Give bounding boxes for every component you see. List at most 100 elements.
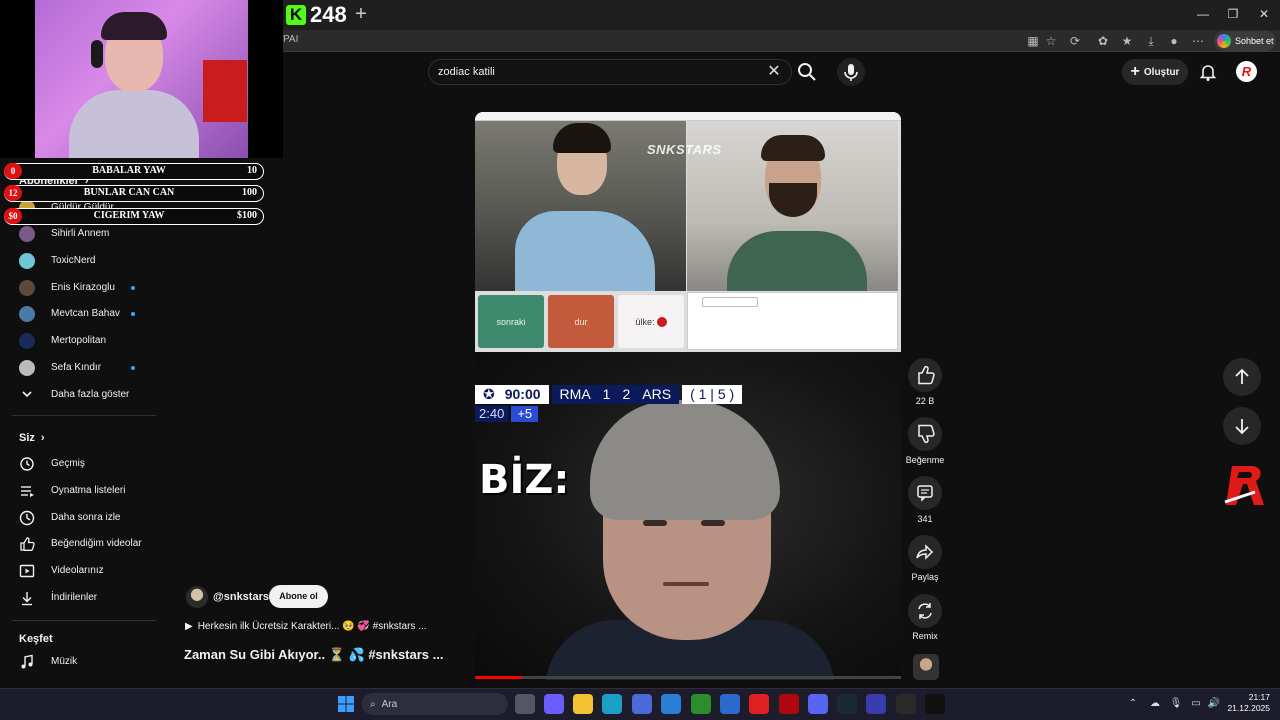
channel-avatar[interactable] — [186, 586, 208, 608]
youtube-app-icon[interactable] — [749, 694, 769, 714]
away-team: ARS — [642, 386, 672, 402]
taskbar-search-label: Ara — [381, 698, 398, 710]
sidebar-subscription[interactable]: Mertopolitan — [0, 328, 156, 354]
audio-source-thumbnail[interactable] — [913, 654, 939, 680]
account-avatar[interactable]: R — [1236, 61, 1257, 82]
more-menu-icon[interactable]: ⋯ — [1190, 33, 1206, 49]
short-title[interactable]: Zaman Su Gibi Akıyor.. ⏳ 💦 #snkstars ... — [184, 647, 443, 663]
windows-start-button[interactable] — [337, 695, 355, 713]
webcam-person-hair — [101, 12, 167, 40]
taskbar-clock[interactable]: 21:17 21.12.2025 — [1226, 692, 1270, 714]
clock-time: 21:17 — [1248, 692, 1270, 702]
file-explorer-icon[interactable] — [573, 694, 593, 714]
short-video-player[interactable]: SNKSTARS sonraki dur ülke: ✪ 90:00 RMA 1 … — [475, 112, 901, 680]
sidebar-subscription[interactable]: Mevtcan Bahav — [0, 301, 156, 327]
app-view-icon[interactable]: ▦ — [1025, 33, 1041, 49]
new-tab-button[interactable]: + — [352, 3, 370, 25]
remix-button[interactable] — [908, 594, 942, 628]
favorite-star-icon[interactable]: ☆ — [1043, 33, 1059, 49]
xbox-icon[interactable] — [691, 694, 711, 714]
close-window-button[interactable]: ✕ — [1249, 4, 1279, 24]
voice-search-button[interactable] — [837, 58, 865, 86]
minimize-button[interactable]: — — [1188, 4, 1218, 24]
like-button[interactable] — [908, 358, 942, 392]
extensions-icon[interactable]: ✿ — [1095, 33, 1111, 49]
sidebar-subscription[interactable]: Sefa Kındır — [0, 355, 156, 381]
sidebar-you-item[interactable]: Videolarınız — [0, 558, 156, 584]
channel-avatar — [19, 333, 35, 349]
channel-name[interactable]: @snkstars — [213, 591, 269, 603]
thumb-up-icon — [918, 365, 935, 385]
sidebar-subscription[interactable]: ToxicNerd — [0, 248, 156, 274]
copilot-button[interactable]: Sohbet et — [1214, 31, 1276, 51]
capcut-icon[interactable] — [925, 694, 945, 714]
address-text[interactable]: PAI — [283, 34, 298, 45]
mic-tray-icon[interactable]: 🎙 — [1169, 697, 1183, 711]
downloads-icon[interactable]: ⤓ — [1143, 33, 1159, 49]
task-view-icon[interactable] — [515, 694, 535, 714]
display-icon[interactable]: ▭ — [1189, 697, 1203, 711]
store-icon[interactable] — [632, 694, 652, 714]
you-section-title[interactable]: Siz › — [19, 432, 45, 444]
volume-icon[interactable]: 🔊 — [1207, 697, 1221, 711]
create-button[interactable]: + Oluştur — [1122, 59, 1188, 85]
bell-icon — [1199, 65, 1217, 81]
sidebar-you-item[interactable]: Geçmiş — [0, 451, 156, 477]
country-label: ülke: — [635, 316, 655, 327]
search-input[interactable] — [438, 64, 758, 80]
obs-icon[interactable] — [896, 694, 916, 714]
maximize-button[interactable]: ❐ — [1218, 4, 1248, 24]
dislike-button[interactable] — [908, 417, 942, 451]
vscode-icon[interactable] — [661, 694, 681, 714]
cloud-icon[interactable]: ☁ — [1148, 697, 1162, 711]
profile-icon[interactable]: ● — [1166, 33, 1182, 49]
clear-search-icon[interactable]: ✕ — [765, 62, 783, 82]
sidebar-divider — [12, 415, 156, 416]
sidebar-explore-item[interactable]: Müzik — [0, 649, 156, 675]
notifications-button[interactable] — [1197, 61, 1219, 83]
kick-logo-icon: K — [286, 5, 306, 25]
score-name: BABALAR YAW — [92, 165, 166, 176]
app-icon[interactable] — [866, 694, 886, 714]
play-icon: ▶ — [185, 621, 193, 632]
video-icon — [19, 564, 35, 578]
subscribe-button[interactable]: Abone ol — [269, 585, 328, 608]
sidebar-you-item[interactable]: İndirilenler — [0, 585, 156, 611]
sidebar-you-item[interactable]: Oynatma listeleri — [0, 478, 156, 504]
added-time-row: 2:40 +5 — [475, 406, 539, 422]
thumb-up-icon — [20, 537, 35, 551]
tray-overflow-icon[interactable]: ⌃ — [1126, 697, 1140, 711]
scoreboard-row: 12 BUNLAR CAN CAN 100 — [4, 185, 264, 202]
streamer-webcam — [0, 0, 283, 158]
search-button[interactable] — [795, 60, 819, 84]
history-icon — [20, 457, 34, 471]
copilot-app-icon[interactable] — [544, 694, 564, 714]
video-chat-scene: SNKSTARS sonraki dur ülke: — [475, 112, 901, 352]
taskbar-search[interactable]: ⌕ Ara — [362, 693, 508, 715]
headphones-icon — [91, 40, 103, 68]
mail-icon[interactable] — [720, 694, 740, 714]
search-icon — [798, 63, 816, 81]
video-progress-bar[interactable] — [475, 676, 901, 679]
netflix-icon[interactable] — [779, 694, 799, 714]
browser-tab[interactable]: K 248 — [286, 2, 347, 28]
edge-browser-icon[interactable] — [602, 694, 622, 714]
steam-icon[interactable] — [837, 694, 857, 714]
discord-icon[interactable] — [808, 694, 828, 714]
sidebar-you-item-label: Beğendiğim videolar — [51, 538, 142, 549]
sidebar-subscription[interactable]: Enis Kirazoglu — [0, 275, 156, 301]
copilot-icon — [1217, 34, 1231, 48]
comment-count: 341 — [917, 514, 933, 524]
favorites-icon[interactable]: ★ — [1119, 33, 1135, 49]
penalty-score: ( 1 | 5 ) — [682, 385, 743, 404]
next-short-button[interactable] — [1223, 407, 1261, 445]
previous-short-button[interactable] — [1223, 358, 1261, 396]
audio-link[interactable]: ▶ Herkesin ilk Ücretsiz Karakteri... 🥺 💞… — [185, 621, 427, 632]
sidebar-you-item[interactable]: Daha sonra izle — [0, 505, 156, 531]
sidebar-you-item[interactable]: Beğendiğim videolar — [0, 531, 156, 557]
refresh-icon[interactable]: ⟳ — [1067, 33, 1083, 49]
scoreboard-row: $0 CIGERIM YAW $100 — [4, 208, 264, 225]
comments-button[interactable] — [908, 476, 942, 510]
share-button[interactable] — [908, 535, 942, 569]
show-more-button[interactable]: Daha fazla göster — [0, 381, 156, 407]
